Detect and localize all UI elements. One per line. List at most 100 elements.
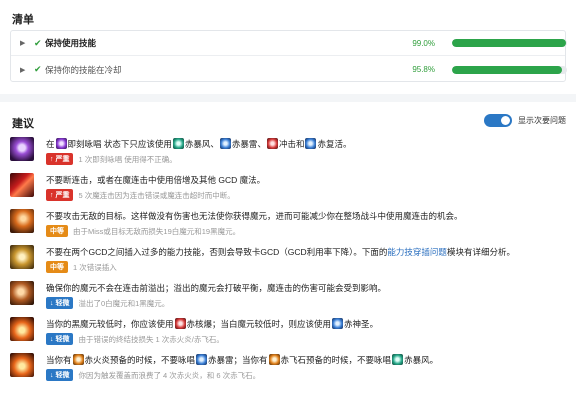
arrow-up-icon: ↑: [50, 155, 54, 163]
text-fragment: 当你有: [46, 355, 72, 365]
text-fragment: 赤暴雷；当你有: [208, 355, 268, 365]
suggestion-item: 确保你的魔元不会在连击前溢出；溢出的魔元会打破平衡，魔连击的伤害可能会受到影响。…: [10, 280, 566, 316]
severity-badge: ↑ 严重: [46, 153, 74, 165]
text-fragment: 。: [343, 139, 352, 149]
progress-bar: [452, 65, 567, 74]
suggestion-detail: 1 次即刻咏唱 使用得不正确。: [78, 154, 177, 164]
toggle-label: 显示次要问题: [518, 116, 566, 125]
progress-bar: [452, 39, 567, 47]
suggestion-item: 当你有 赤火炎预备的时候，不要咏唱 赤暴雷；当你有 赤飞石预备的时候，不要咏唱 赤暴风。…: [10, 352, 566, 388]
verfire-proc-icon: [10, 317, 34, 341]
suggestion-text: 在即刻咏唱 状态下只应该使用 赤暴风、 赤暴雷、 冲击和 赤复活。: [46, 138, 352, 150]
suggestion-item: 不要断连击，或者在魔连击中使用倍增及其他 GCD 魔法。 ↑ 严重 5 次魔连击…: [10, 172, 566, 208]
verthunder-icon: [196, 354, 208, 365]
text-fragment: 和: [295, 139, 305, 149]
text-fragment: 赤火炎预备的时候，不要咏唱: [84, 355, 196, 365]
skill-name: 赤暴风: [184, 139, 211, 149]
severity-label: 中等: [50, 264, 64, 271]
suggestion-text: 不要攻击无敌的目标。这样做没有伤害也无法使你获得魔元，进而可能减少你在整场战斗中…: [46, 211, 463, 221]
text-fragment: 。: [369, 319, 379, 329]
suggestion-text: 确保你的魔元不会在连击前溢出；溢出的魔元会打破平衡，魔连击的伤害可能会受到影响。: [46, 283, 387, 293]
verstone-proc-icon: [10, 353, 34, 377]
verfire-icon: [72, 354, 84, 365]
suggestion-detail: 5 次魔连击因为连击错误或魔连击超时而中断。: [78, 190, 235, 200]
verraise-icon: [305, 138, 317, 149]
minor-issues-toggle-wrap[interactable]: 显示次要问题: [484, 114, 566, 127]
checklist-percent: 99.0%: [412, 38, 435, 48]
suggestion-meta: ↓ 轻微 溢出了0白魔元和1黑魔元。: [46, 297, 169, 309]
skill-name: 赤复活: [317, 139, 343, 149]
checklist-percent: 95.8%: [412, 65, 435, 74]
weaving-issues-link[interactable]: 能力技穿插问题: [387, 247, 447, 257]
suggestion-item: 不要在两个GCD之间插入过多的能力技能，否则会导致卡GCD（GCD利用率下降）。…: [10, 244, 566, 280]
suggestion-detail: 你因为触发覆盖而浪费了 4 次赤火炎，和 6 次赤飞石。: [78, 370, 261, 380]
veraero-icon: [392, 354, 404, 365]
severity-badge: ↑ 严重: [46, 189, 74, 201]
checklist-title: 清单: [12, 14, 34, 26]
severity-badge: ↓ 轻微: [46, 369, 74, 381]
severity-label: 轻微: [55, 372, 70, 379]
text-fragment: 模块有详细分析。: [446, 247, 515, 257]
suggestion-item: 当你的黑魔元较低时，你应该使用 赤核爆；当白魔元较低时，则应该使用 赤神圣。 ↓ 轻…: [10, 316, 566, 352]
suggestion-detail: 由于错误的终结技损失 1 次赤火炎/赤飞石。: [78, 334, 224, 344]
arrow-up-icon: ↑: [50, 191, 54, 199]
severity-label: 严重: [55, 192, 70, 199]
checklist-row-always-cast[interactable]: ▶ ✔ 保持使用技能 99.0%: [11, 31, 567, 56]
progress-fill: [452, 65, 563, 74]
severity-badge: 中等: [46, 225, 68, 237]
suggestion-text: 不要在两个GCD之间插入过多的能力技能，否则会导致卡GCD（GCD利用率下降）。…: [46, 246, 515, 258]
suggestion-text: 不要断连击，或者在魔连击中使用倍增及其他 GCD 魔法。: [46, 175, 266, 185]
text-fragment: 赤暴风。: [404, 355, 439, 365]
severity-badge: ↓ 轻微: [46, 297, 74, 309]
verflare-icon: [174, 318, 186, 329]
checklist-label: 保持你的技能在冷却: [45, 64, 122, 75]
minor-issues-toggle[interactable]: [484, 114, 512, 127]
swiftcast-icon: [55, 138, 67, 149]
triplecast-icon: [10, 137, 34, 161]
verholy-icon: [332, 318, 344, 329]
text-fragment: 赤飞石预备的时候，不要咏唱: [280, 355, 392, 365]
checklist-label: 保持使用技能: [45, 38, 97, 48]
suggestion-meta: 中等 由于Miss或目标无敌而损失19白魔元和19黑魔元。: [46, 225, 240, 237]
suggestion-meta: ↑ 严重 5 次魔连击因为连击错误或魔连击超时而中断。: [46, 189, 235, 201]
text-fragment: 、: [210, 139, 219, 149]
suggestion-meta: ↑ 严重 1 次即刻咏唱 使用得不正确。: [46, 153, 177, 165]
text-fragment: 、: [257, 139, 266, 149]
progress-fill: [452, 39, 566, 47]
suggestion-text: 当你有 赤火炎预备的时候，不要咏唱 赤暴雷；当你有 赤飞石预备的时候，不要咏唱 赤暴风。: [46, 354, 438, 366]
verstone-icon: [268, 354, 280, 365]
suggestion-meta: ↓ 轻微 你因为触发覆盖而浪费了 4 次赤火炎，和 6 次赤飞石。: [46, 369, 260, 381]
verflare-icon: [10, 209, 34, 233]
impact-icon: [266, 138, 278, 149]
skill-name: 赤暴雷: [231, 139, 258, 149]
text-fragment: 不要在两个GCD之间插入过多的能力技能，否则会导致卡GCD（GCD利用率下降）。…: [46, 247, 388, 257]
severity-label: 轻微: [55, 300, 70, 307]
arrow-down-icon: ↓: [50, 335, 54, 343]
arrow-down-icon: ↓: [50, 371, 54, 379]
verthunder-icon: [219, 138, 231, 149]
suggestion-detail: 溢出了0白魔元和1黑魔元。: [78, 298, 170, 308]
checklist-box: ▶ ✔ 保持使用技能 99.0% ▶ ✔ 保持你的技能在冷却 95.8%: [10, 30, 567, 82]
suggestion-meta: 中等 1 次错误插入: [46, 261, 117, 273]
severity-label: 严重: [55, 156, 70, 163]
manafication-icon: [10, 173, 34, 197]
check-icon: ✔: [34, 37, 42, 48]
fleche-icon: [10, 245, 34, 269]
chevron-right-icon: ▶: [20, 66, 26, 74]
suggestion-item: 不要攻击无敌的目标。这样做没有伤害也无法使你获得魔元，进而可能减少你在整场战斗中…: [10, 208, 566, 244]
check-icon: ✔: [34, 64, 42, 74]
severity-label: 中等: [50, 228, 64, 235]
checklist-panel: 清单 ▶ ✔ 保持使用技能 99.0% ▶ ✔ 保持你的技能在冷却 95.8%: [0, 0, 576, 94]
skill-name: 赤神圣: [344, 319, 370, 329]
veraero-icon: [172, 138, 184, 149]
suggestions-panel: 建议 显示次要问题 在即刻咏唱 状态下只应该使用 赤暴风、 赤暴雷、 冲击和 赤复活。 …: [0, 102, 576, 400]
severity-label: 轻微: [55, 336, 70, 343]
arrow-down-icon: ↓: [50, 299, 54, 307]
suggestions-title: 建议: [12, 118, 34, 130]
skill-name: 赤核爆: [186, 319, 213, 329]
suggestion-item: 在即刻咏唱 状态下只应该使用 赤暴风、 赤暴雷、 冲击和 赤复活。 ↑ 严重 1 次即刻…: [10, 136, 566, 172]
suggestion-detail: 1 次错误插入: [73, 262, 117, 272]
chevron-right-icon: ▶: [20, 40, 26, 47]
checklist-row-cooldowns[interactable]: ▶ ✔ 保持你的技能在冷却 95.8%: [11, 57, 567, 82]
suggestion-detail: 由于Miss或目标无敌而损失19白魔元和19黑魔元。: [73, 226, 241, 236]
